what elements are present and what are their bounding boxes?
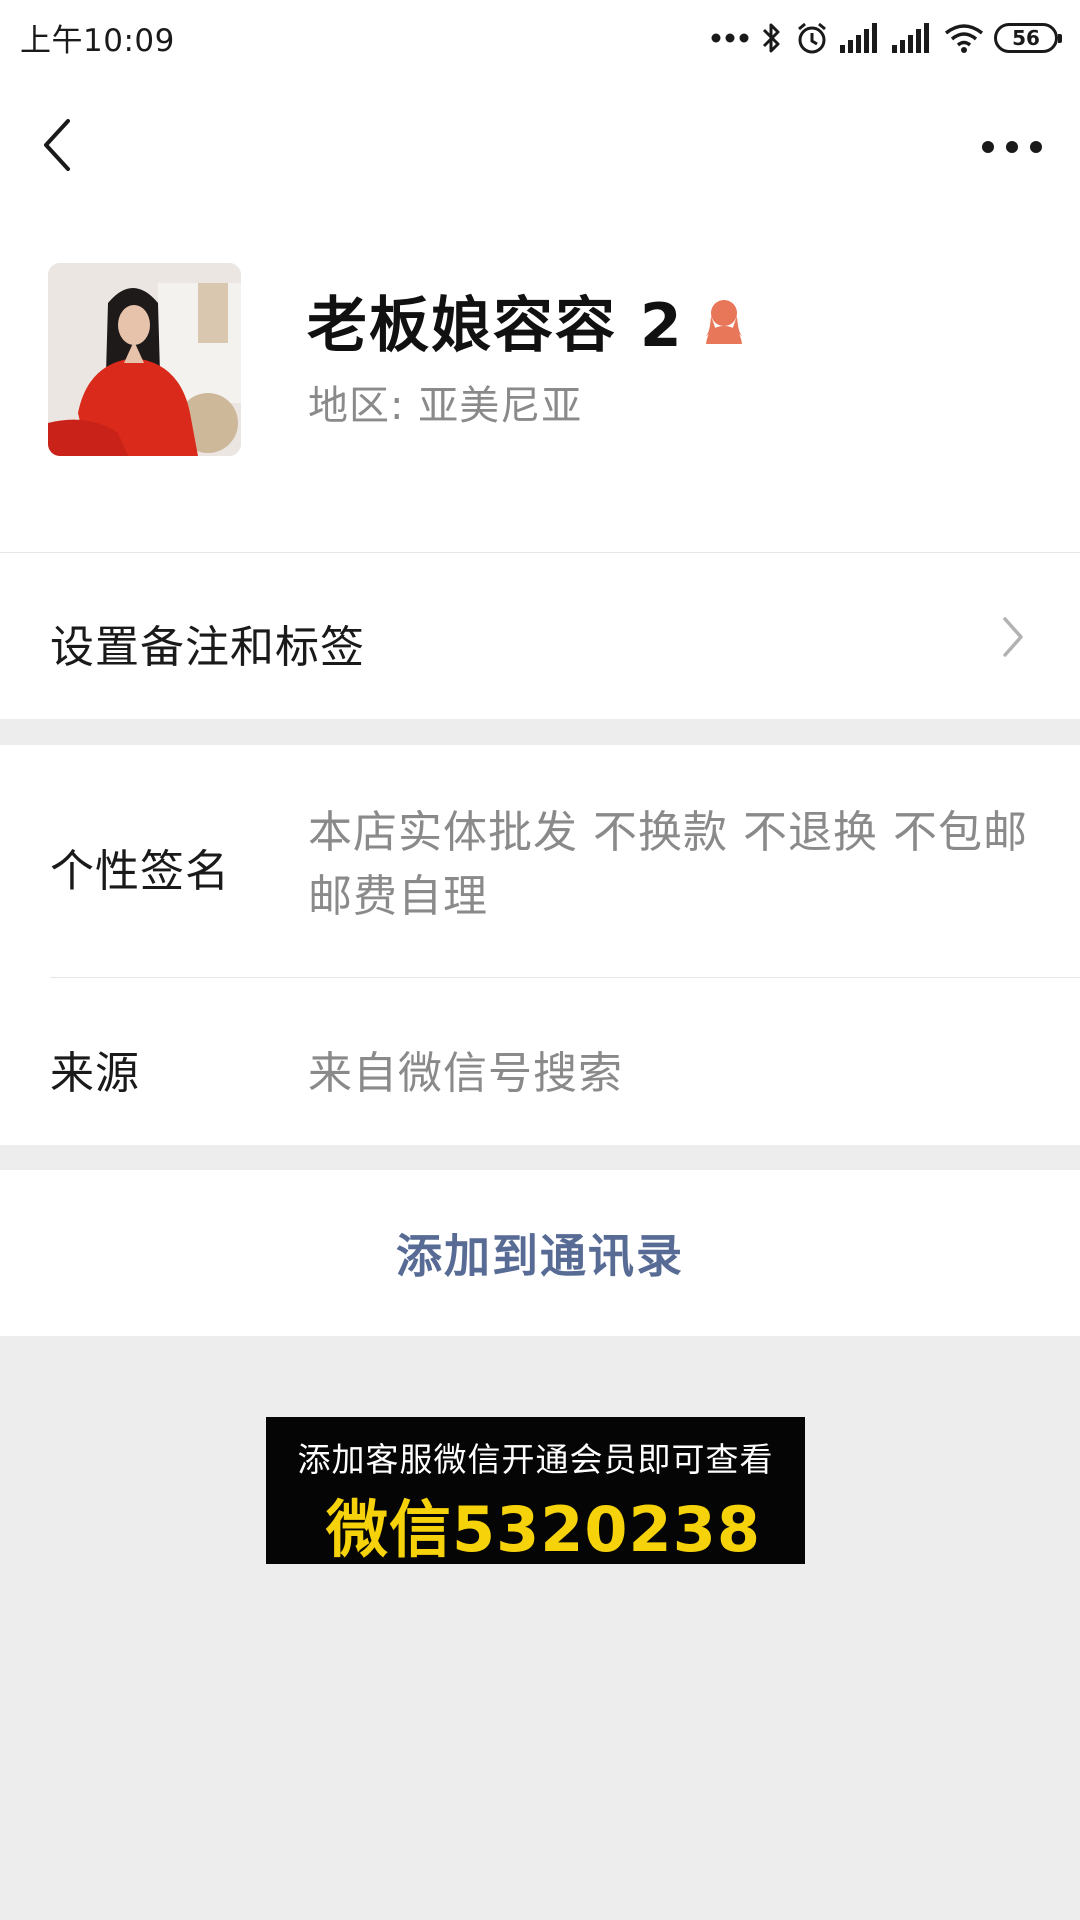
nickname: 老板娘容容 2 [307,291,684,361]
region-text: 地区: 亚美尼亚 [308,383,583,429]
set-remark-tags-label: 设置备注和标签 [50,622,365,673]
status-time: 上午10:09 [20,23,175,59]
chevron-left-icon [44,119,70,171]
set-remark-tags-cell[interactable]: 设置备注和标签 [0,552,1080,719]
ad-banner-line1: 添加客服微信开通会员即可查看 [297,1440,774,1479]
info-group: 个性签名 本店实体批发 不换款 不退换 不包邮 邮费自理 来源 来自微信号搜索 [0,745,1080,1145]
avatar-image [48,263,241,456]
source-label: 来源 [50,1048,140,1099]
ad-banner-wechat-id: 微信5320238 [326,1493,761,1566]
more-options-button[interactable] [982,127,1042,167]
profile-header: 老板娘容容 2 地区: 亚美尼亚 [0,215,1080,552]
wifi-icon [944,23,984,53]
alarm-icon [794,20,830,56]
divider [50,977,1080,978]
status-bar: 上午10:09 56 [0,0,1080,75]
more-dot-icon [982,141,994,153]
more-dot-icon [1030,141,1042,153]
signature-value: 本店实体批发 不换款 不退换 不包邮 邮费自理 [308,807,1028,922]
source-value: 来自微信号搜索 [308,1048,623,1099]
more-notifications-icon [710,32,750,44]
signal-icon-2 [892,22,934,53]
chevron-right-icon [1003,617,1023,657]
nav-bar [0,75,1080,215]
battery-icon: 56 [994,22,1062,53]
add-to-contacts-button[interactable]: 添加到通讯录 [0,1170,1080,1336]
female-gender-icon [702,296,746,346]
ad-banner: 添加客服微信开通会员即可查看 微信5320238 [266,1417,805,1566]
avatar[interactable] [48,263,241,456]
more-dot-icon [1006,141,1018,153]
status-icons: 56 [710,20,1062,56]
bluetooth-icon [760,20,784,56]
name-row: 老板娘容容 2 [307,277,746,364]
back-button[interactable] [38,115,82,175]
signal-icon [840,22,882,53]
signature-label: 个性签名 [50,846,230,897]
